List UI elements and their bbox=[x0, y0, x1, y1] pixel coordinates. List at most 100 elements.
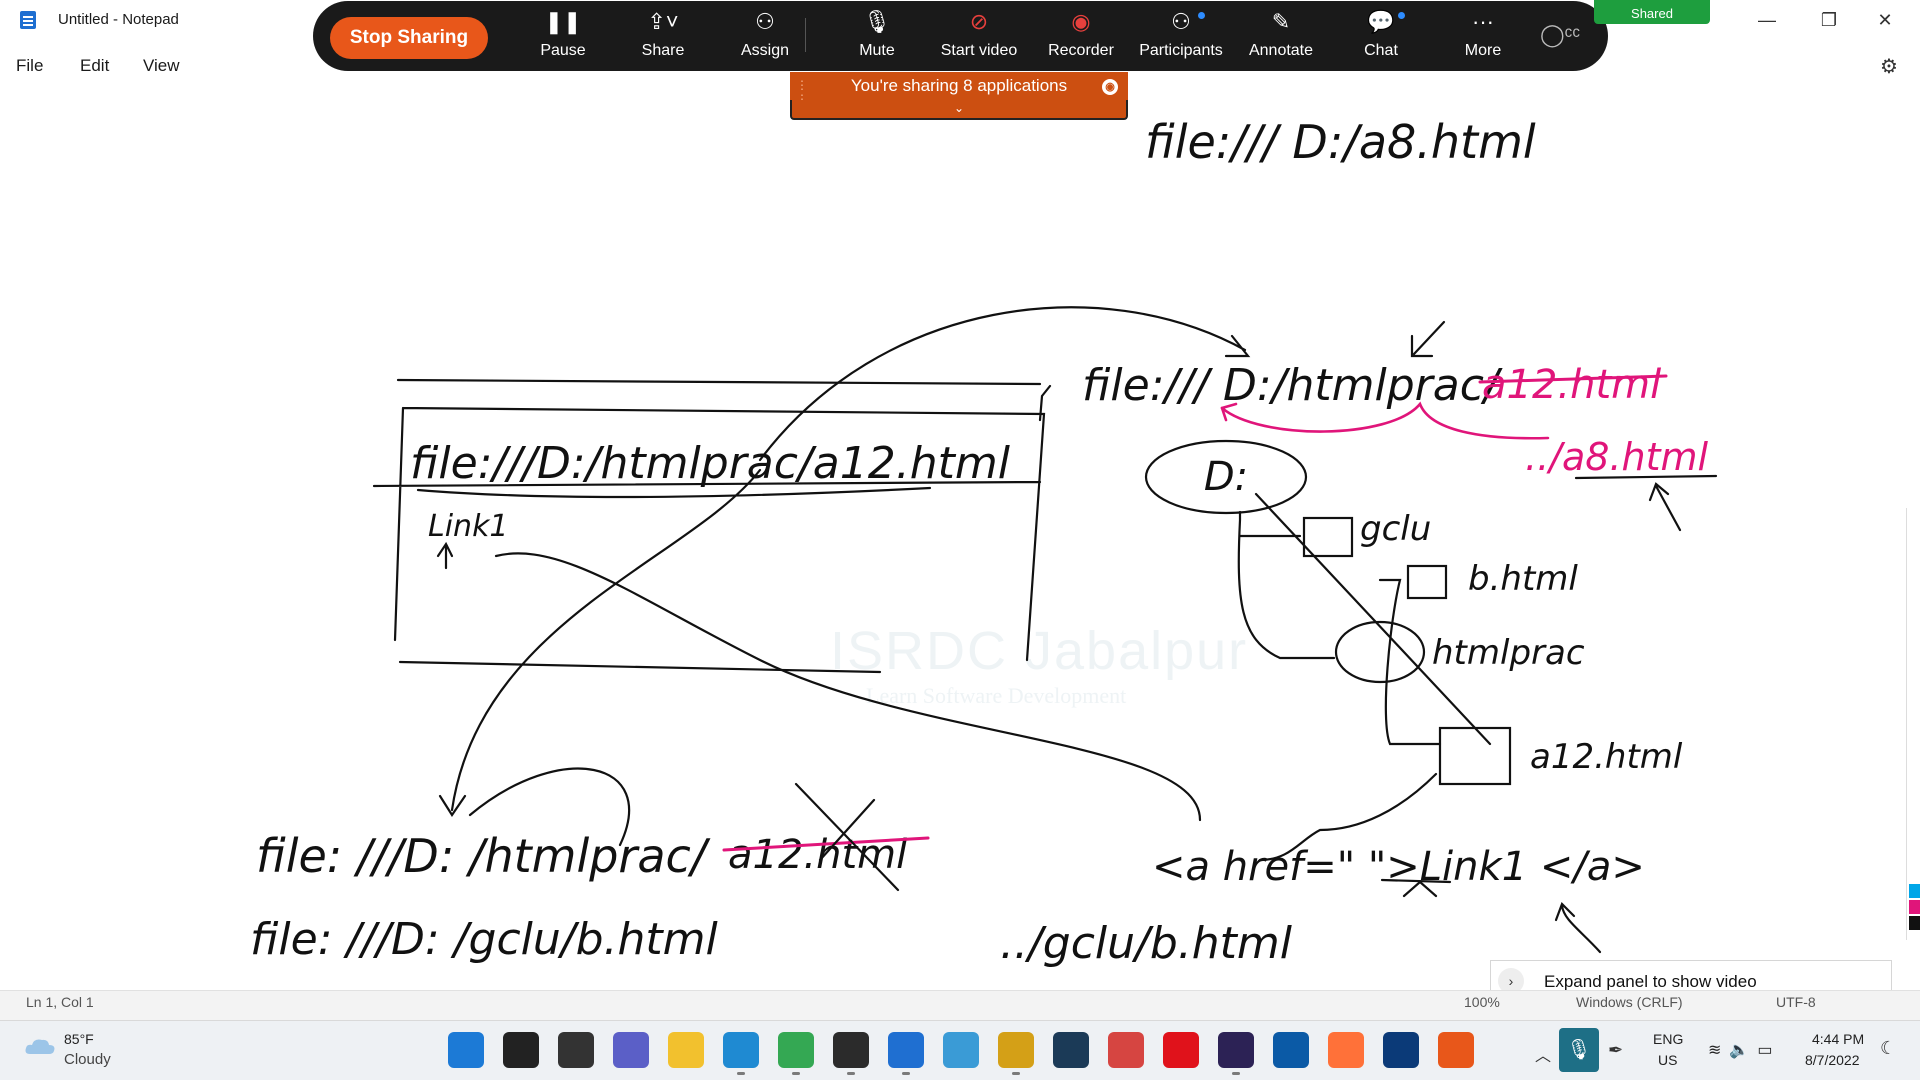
microphone-icon: 🎙 bbox=[863, 9, 891, 34]
vscode-icon[interactable] bbox=[723, 1032, 759, 1075]
ink-url-bottom-1: file: ///D: /htmlprac/ bbox=[256, 829, 711, 883]
zoom-icon[interactable] bbox=[1438, 1032, 1474, 1068]
ink-folder-gclu-label: gclu bbox=[1360, 509, 1431, 549]
share-screen-icon: ⇪˅ bbox=[647, 9, 679, 34]
volume-icon[interactable]: 🔈 bbox=[1729, 1042, 1757, 1059]
zoom-tool-label: More bbox=[1464, 42, 1502, 59]
search-icon[interactable] bbox=[503, 1032, 539, 1068]
teams-chat-icon[interactable] bbox=[613, 1032, 649, 1068]
expand-panel-label: Expand panel to show video bbox=[1544, 972, 1757, 991]
running-indicator bbox=[847, 1072, 855, 1075]
line-ending: Windows (CRLF) bbox=[1576, 994, 1683, 1010]
notification-icon[interactable]: ☾ bbox=[1880, 1038, 1896, 1059]
zoom-tool-label: Pause bbox=[540, 42, 586, 59]
mysql-icon[interactable] bbox=[1053, 1032, 1089, 1068]
annotate-icon: ✎ bbox=[1271, 9, 1291, 34]
zoom-tool-pause[interactable]: ❚❚ Pause bbox=[518, 6, 608, 66]
more-icon: ··· bbox=[1472, 9, 1494, 34]
notification-dot bbox=[1398, 12, 1405, 19]
ink-file-b-label: b.html bbox=[1468, 559, 1578, 599]
zoom-tool-label: Start video bbox=[940, 42, 1018, 59]
language-indicator[interactable]: ENG bbox=[1653, 1031, 1683, 1047]
chevron-up-icon[interactable]: ︿ bbox=[1535, 1042, 1551, 1066]
clock-date[interactable]: 8/7/2022 bbox=[1805, 1052, 1860, 1068]
ink-url-right: file:/// D:/htmlprac/ bbox=[1082, 360, 1503, 411]
toolbar-divider bbox=[805, 18, 806, 52]
zoom-tool-label: Share bbox=[641, 42, 685, 59]
notepad-icon[interactable] bbox=[888, 1032, 924, 1075]
chrome-icon[interactable] bbox=[778, 1032, 814, 1075]
keyboard-layout[interactable]: US bbox=[1658, 1052, 1677, 1068]
zoom-tool-share[interactable]: ⇪˅ Share bbox=[618, 6, 708, 66]
running-indicator bbox=[902, 1072, 910, 1075]
weather-temperature[interactable]: 85°F bbox=[64, 1031, 94, 1047]
ink-box-link: Link1 bbox=[428, 509, 509, 544]
system-tray-icons[interactable]: ≋🔈▭ bbox=[1708, 1040, 1780, 1060]
pause-icon: ❚❚ bbox=[544, 9, 582, 34]
minimize-button[interactable]: — bbox=[1744, 4, 1790, 36]
ink-arrow-up-pink bbox=[1648, 482, 1682, 532]
zoom-tool-chat[interactable]: 💬 Chat bbox=[1336, 6, 1426, 66]
notification-dot bbox=[1198, 12, 1205, 19]
zoom-tool-label: Recorder bbox=[1048, 42, 1114, 59]
battery-icon[interactable]: ▭ bbox=[1757, 1042, 1780, 1059]
webex-icon[interactable] bbox=[1383, 1032, 1419, 1068]
ink-file-a12 bbox=[1438, 726, 1512, 786]
zoom-tool-assign[interactable]: ⚇ Assign bbox=[720, 6, 810, 66]
eclipse-icon[interactable] bbox=[1218, 1032, 1254, 1075]
ink-underline-box bbox=[416, 486, 932, 499]
firefox-icon[interactable] bbox=[1328, 1032, 1364, 1068]
maps-icon[interactable] bbox=[943, 1032, 979, 1068]
close-button[interactable]: ✕ bbox=[1862, 4, 1908, 36]
annotation-canvas[interactable]: file:/// D:/a8.html file:///D:/htmlprac/… bbox=[0, 72, 1920, 972]
encoding: UTF-8 bbox=[1776, 994, 1816, 1010]
zoom-tool-label: Assign bbox=[740, 42, 790, 59]
wifi-icon[interactable]: ≋ bbox=[1708, 1042, 1729, 1059]
zoom-tool-mute[interactable]: 🎙 Mute bbox=[832, 6, 922, 66]
participants-icon: ⚇ bbox=[1171, 9, 1191, 34]
annotate-palette[interactable] bbox=[1906, 508, 1920, 940]
zoom-tool-label: Mute bbox=[859, 42, 895, 59]
cloud-icon[interactable] bbox=[24, 1036, 56, 1056]
zoom-level: 100% bbox=[1464, 994, 1500, 1010]
task-view-icon[interactable] bbox=[558, 1032, 594, 1068]
microphone-icon[interactable]: 🎙 bbox=[1559, 1028, 1599, 1072]
eraser-icon[interactable] bbox=[1108, 1032, 1144, 1068]
restore-button[interactable]: ❐ bbox=[1806, 4, 1852, 36]
color-swatch-cyan[interactable] bbox=[1909, 884, 1920, 898]
opera-icon[interactable] bbox=[1163, 1032, 1199, 1068]
clock-time[interactable]: 4:44 PM bbox=[1812, 1031, 1864, 1047]
shared-badge: Shared bbox=[1594, 0, 1710, 24]
cursor-position: Ln 1, Col 1 bbox=[26, 994, 94, 1010]
zoom-tool-more[interactable]: ··· More bbox=[1438, 6, 1528, 66]
running-indicator bbox=[792, 1072, 800, 1075]
zoom-tool-participants[interactable]: ⚇ Participants bbox=[1136, 6, 1226, 66]
zoom-tool-start-video[interactable]: ⊘ Start video bbox=[934, 6, 1024, 66]
file-explorer-icon[interactable] bbox=[668, 1032, 704, 1068]
paint-icon[interactable] bbox=[998, 1032, 1034, 1075]
ink-folder-htmlprac-label: htmlprac bbox=[1432, 633, 1585, 673]
weather-condition[interactable]: Cloudy bbox=[64, 1051, 111, 1068]
ink-relative-pink: ../a8.html bbox=[1525, 435, 1709, 479]
pen-icon[interactable]: ✒ bbox=[1608, 1040, 1623, 1061]
captions-icon[interactable]: ◯ᶜᶜ bbox=[1540, 22, 1580, 48]
ink-url-top: file:/// D:/a8.html bbox=[1145, 115, 1536, 169]
start-icon[interactable] bbox=[448, 1032, 484, 1068]
ink-url-in-box: file:///D:/htmlprac/a12.html bbox=[410, 438, 1011, 489]
ink-relative-bottom: ../gclu/b.html bbox=[1000, 918, 1293, 969]
color-swatch-magenta[interactable] bbox=[1909, 900, 1920, 914]
running-indicator bbox=[737, 1072, 745, 1075]
zoom-tool-label: Participants bbox=[1139, 42, 1223, 59]
zoom-tool-annotate[interactable]: ✎ Annotate bbox=[1236, 6, 1326, 66]
ink-url-bottom-2: file: ///D: /gclu/b.html bbox=[250, 914, 718, 965]
chat-icon: 💬 bbox=[1367, 9, 1395, 34]
zoom-tool-label: Chat bbox=[1364, 42, 1398, 59]
zoom-tool-recorder[interactable]: ◉ Recorder bbox=[1036, 6, 1126, 66]
terminal-icon[interactable] bbox=[833, 1032, 869, 1075]
stop-sharing-button[interactable]: Stop Sharing bbox=[330, 17, 488, 59]
color-swatch-black[interactable] bbox=[1909, 916, 1920, 930]
running-indicator bbox=[1012, 1072, 1020, 1075]
feather-icon[interactable] bbox=[1273, 1032, 1309, 1068]
ink-anchor-code: <a href=" ">Link1 </a> bbox=[1152, 844, 1645, 890]
ink-url-right-struck: a12.html bbox=[1482, 362, 1661, 408]
